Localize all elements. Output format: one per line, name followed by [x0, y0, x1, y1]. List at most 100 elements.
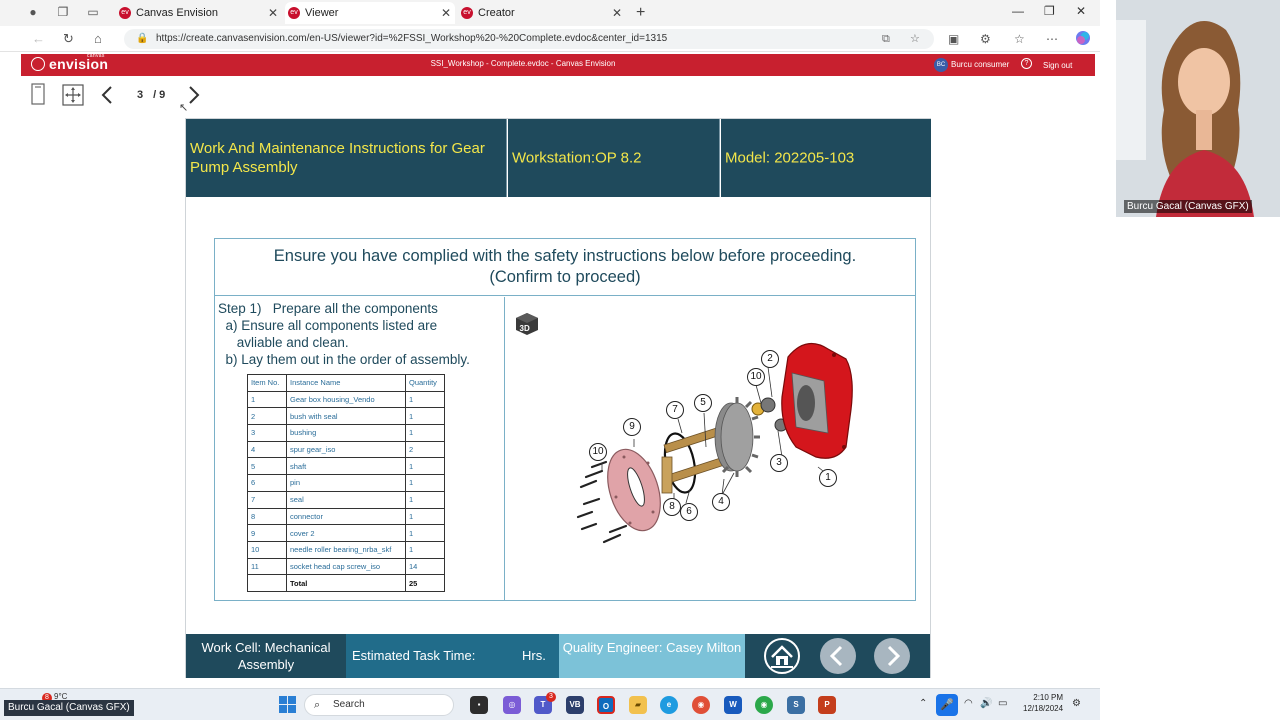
avatar: BC [934, 57, 948, 72]
table-cell: 2 [247, 407, 287, 426]
extensions-icon[interactable]: ⚙ [980, 32, 991, 46]
vertical-tabs-icon[interactable]: ▭ [86, 5, 100, 19]
previous-page-icon[interactable] [100, 84, 114, 111]
copilot-app-icon[interactable]: ◎ [503, 696, 521, 714]
show-hidden-icons-icon[interactable]: ⌃ [919, 698, 927, 709]
step-line: Step 1) Prepare all the components [218, 301, 438, 316]
table-cell: Gear box housing_Vendo [286, 390, 406, 409]
work-cell-label: Work Cell: Mechanical Assembly [186, 634, 346, 678]
tab-viewer[interactable]: ev Viewer ✕ [285, 2, 455, 24]
table-cell: 6 [247, 474, 287, 492]
task-view-icon[interactable]: ▪ [470, 696, 488, 714]
tab-canvas-envision[interactable]: ev Canvas Envision ✕ [116, 2, 282, 24]
system-clock[interactable]: 2:10 PM 12/18/2024 [1023, 692, 1063, 714]
table-cell: 7 [247, 490, 287, 509]
step-line: a) Ensure all components listed are [218, 318, 438, 333]
current-page-input[interactable]: 3 [130, 86, 150, 104]
browser-window: ● ❐ ▭ ev Canvas Envision ✕ ev Viewer ✕ e… [0, 0, 1100, 688]
previous-step-button[interactable] [820, 638, 856, 674]
table-cell: spur gear_iso [286, 440, 406, 459]
start-button[interactable] [279, 696, 296, 713]
file-explorer-icon[interactable]: ▰ [629, 696, 647, 714]
callout-6[interactable]: 6 [680, 503, 698, 521]
next-page-icon[interactable] [187, 84, 201, 111]
table-cell: shaft [286, 457, 406, 476]
exploded-pump-diagram[interactable] [506, 297, 915, 601]
vmware-icon[interactable]: VB [566, 696, 584, 714]
task-time-unit: Hrs. [522, 648, 546, 663]
favorite-star-icon[interactable]: ☆ [910, 29, 920, 49]
callout-2[interactable]: 2 [761, 350, 779, 368]
chrome-canary-icon[interactable]: ◉ [692, 696, 710, 714]
callout-8[interactable]: 8 [663, 498, 681, 516]
table-cell: bush with seal [286, 407, 406, 426]
copilot-icon[interactable] [1075, 30, 1091, 49]
reload-icon[interactable]: ↻ [63, 31, 74, 47]
url-field[interactable]: 🔒 https://create.canvasenvision.com/en-U… [124, 29, 934, 49]
callout-4[interactable]: 4 [712, 493, 730, 511]
volume-icon[interactable]: 🔊 [980, 698, 992, 709]
windows-taskbar: 8 9°C ⌕ Search ▪ ◎ T 3 VB O ▰ e ◉ W ◉ S P… [0, 688, 1100, 720]
notifications-icon[interactable]: ⚙ [1072, 698, 1081, 709]
safety-confirm-banner[interactable]: Ensure you have complied with the safety… [215, 239, 915, 296]
table-header-row: Item No. Instance Name Quantity [247, 374, 445, 392]
callout-3[interactable]: 3 [770, 454, 788, 472]
close-window-icon[interactable]: ✕ [1076, 4, 1086, 18]
table-row: 6 pin 1 [247, 474, 445, 492]
close-tab-icon[interactable]: ✕ [441, 2, 451, 24]
microphone-icon[interactable]: 🎤 [936, 694, 958, 716]
teams-badge: 3 [546, 692, 556, 702]
workspaces-icon[interactable]: ❐ [56, 5, 70, 19]
home-icon[interactable]: ⌂ [94, 31, 102, 46]
fit-to-screen-icon[interactable] [62, 84, 84, 111]
user-menu[interactable]: BC Burcu consumer [934, 57, 1009, 73]
document-title: SSI_Workshop - Complete.evdoc - Canvas E… [430, 59, 616, 68]
search-icon: ⌕ [314, 699, 321, 711]
table-cell: 1 [405, 390, 445, 409]
new-tab-icon[interactable]: + [636, 4, 645, 22]
chrome-icon[interactable]: ◉ [755, 696, 773, 714]
powerpoint-icon[interactable]: P [818, 696, 836, 714]
restore-icon[interactable]: ❐ [1044, 4, 1055, 18]
sign-out-link[interactable]: Sign out [1043, 61, 1072, 70]
wifi-icon[interactable]: ◠ [964, 698, 973, 709]
task-time-section: Estimated Task Time: Hrs. [346, 634, 559, 678]
edge-icon[interactable]: e [660, 696, 678, 714]
app-s-icon[interactable]: S [787, 696, 805, 714]
split-screen-icon[interactable]: ▣ [948, 32, 959, 46]
callout-10[interactable]: 10 [747, 368, 765, 386]
tab-bar: ● ❐ ▭ ev Canvas Envision ✕ ev Viewer ✕ e… [0, 0, 1100, 26]
table-cell: pin [286, 474, 406, 492]
envision-favicon: ev [288, 7, 300, 19]
taskbar-search[interactable]: ⌕ Search [304, 694, 454, 716]
step-instructions: Step 1) Prepare all the components a) En… [218, 300, 470, 368]
minimize-icon[interactable]: — [1012, 4, 1024, 18]
app-available-icon[interactable]: ⧉ [882, 29, 890, 49]
close-tab-icon[interactable]: ✕ [612, 2, 622, 24]
profile-icon[interactable]: ● [26, 5, 40, 19]
home-button[interactable] [764, 638, 800, 674]
tab-creator[interactable]: ev Creator ✕ [458, 2, 626, 24]
callout-1[interactable]: 1 [819, 469, 837, 487]
next-step-button[interactable] [874, 638, 910, 674]
callout-5[interactable]: 5 [694, 394, 712, 412]
callout-10[interactable]: 10 [589, 443, 607, 461]
assembly-illustration-panel: 3D 1 2 3 4 5 6 7 8 9 10 10 [506, 297, 915, 601]
page-view-icon[interactable] [31, 83, 45, 110]
favorites-icon[interactable]: ☆ [1014, 32, 1025, 46]
help-icon[interactable]: ? [1021, 58, 1032, 69]
battery-icon[interactable]: ▭ [998, 698, 1007, 709]
column-header: Quantity [405, 374, 445, 392]
webcam-name-label: Burcu Gacal (Canvas GFX) [1124, 200, 1252, 213]
table-cell: 1 [405, 540, 445, 559]
callout-9[interactable]: 9 [623, 418, 641, 436]
word-icon[interactable]: W [724, 696, 742, 714]
callout-7[interactable]: 7 [666, 401, 684, 419]
close-tab-icon[interactable]: ✕ [268, 2, 278, 24]
envision-favicon: ev [119, 7, 131, 19]
more-icon[interactable]: ⋯ [1046, 32, 1058, 46]
table-cell: connector [286, 507, 406, 526]
back-icon[interactable]: ← [32, 31, 45, 46]
outlook-icon[interactable]: O [597, 696, 615, 714]
document-page: Work And Maintenance Instructions for Ge… [185, 118, 931, 678]
